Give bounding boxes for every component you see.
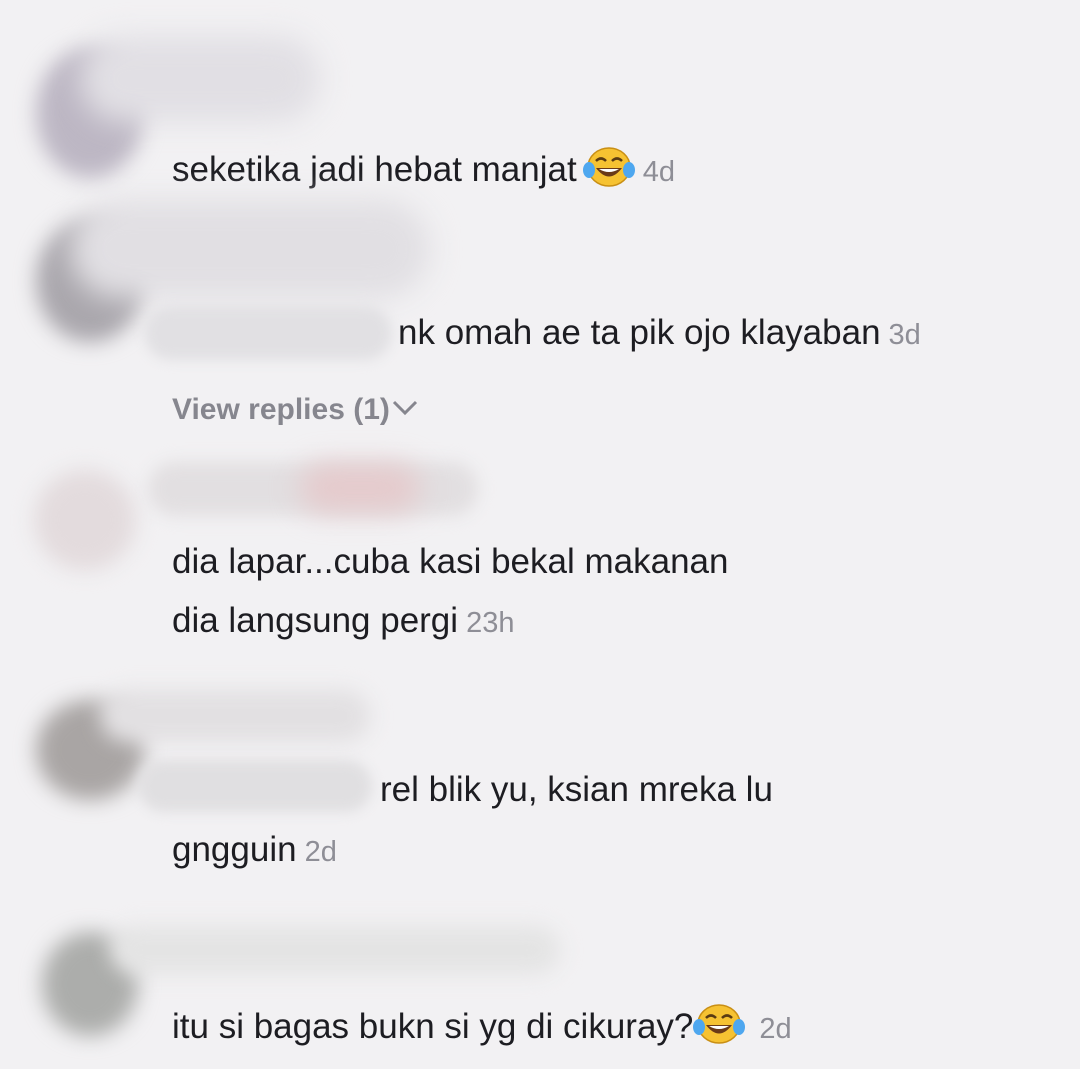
comment-body: gngguin <box>172 830 297 869</box>
username-redacted[interactable] <box>100 690 370 742</box>
comment-body: seketika jadi hebat manjat <box>172 150 577 189</box>
laughing-tears-emoji-icon <box>693 1004 746 1044</box>
username-redacted-tint <box>300 464 420 512</box>
mention-redacted[interactable] <box>144 306 392 360</box>
comment-text: nk omah ae ta pik ojo klayaban 3d <box>398 313 921 355</box>
view-replies-label: View replies (1) <box>172 393 390 426</box>
comment-body: dia langsung pergi <box>172 601 459 640</box>
comment-text-line1: dia lapar...cuba kasi bekal makanan <box>172 542 729 581</box>
mention-redacted[interactable] <box>138 760 372 812</box>
comment-text-line1: rel blik yu, ksian mreka lu <box>380 770 773 810</box>
laughing-tears-emoji-icon <box>582 147 635 187</box>
comment-timestamp: 4d <box>642 156 675 188</box>
comment-text: itu si bagas bukn si yg di cikuray? 2d <box>172 1002 792 1049</box>
comment-body: nk omah ae ta pik ojo klayaban <box>398 313 881 352</box>
comment-timestamp: 2d <box>759 1013 792 1045</box>
view-replies-button[interactable]: View replies (1) <box>172 392 420 428</box>
comment-timestamp: 23h <box>466 607 515 639</box>
username-redacted[interactable] <box>80 36 320 122</box>
chevron-down-icon <box>392 400 417 416</box>
username-redacted[interactable] <box>70 200 430 298</box>
comment-text-line2: dia langsung pergi 23h <box>172 601 514 643</box>
comment-text: seketika jadi hebat manjat 4d <box>172 145 675 192</box>
comment-timestamp: 2d <box>304 836 337 868</box>
avatar[interactable] <box>34 470 136 570</box>
comment-text-line2: gngguin 2d <box>172 830 337 872</box>
comment-timestamp: 3d <box>888 319 921 351</box>
comment-body: rel blik yu, ksian mreka lu <box>380 770 773 809</box>
comment-body: itu si bagas bukn si yg di cikuray? <box>172 1007 694 1046</box>
username-redacted[interactable] <box>110 926 560 974</box>
